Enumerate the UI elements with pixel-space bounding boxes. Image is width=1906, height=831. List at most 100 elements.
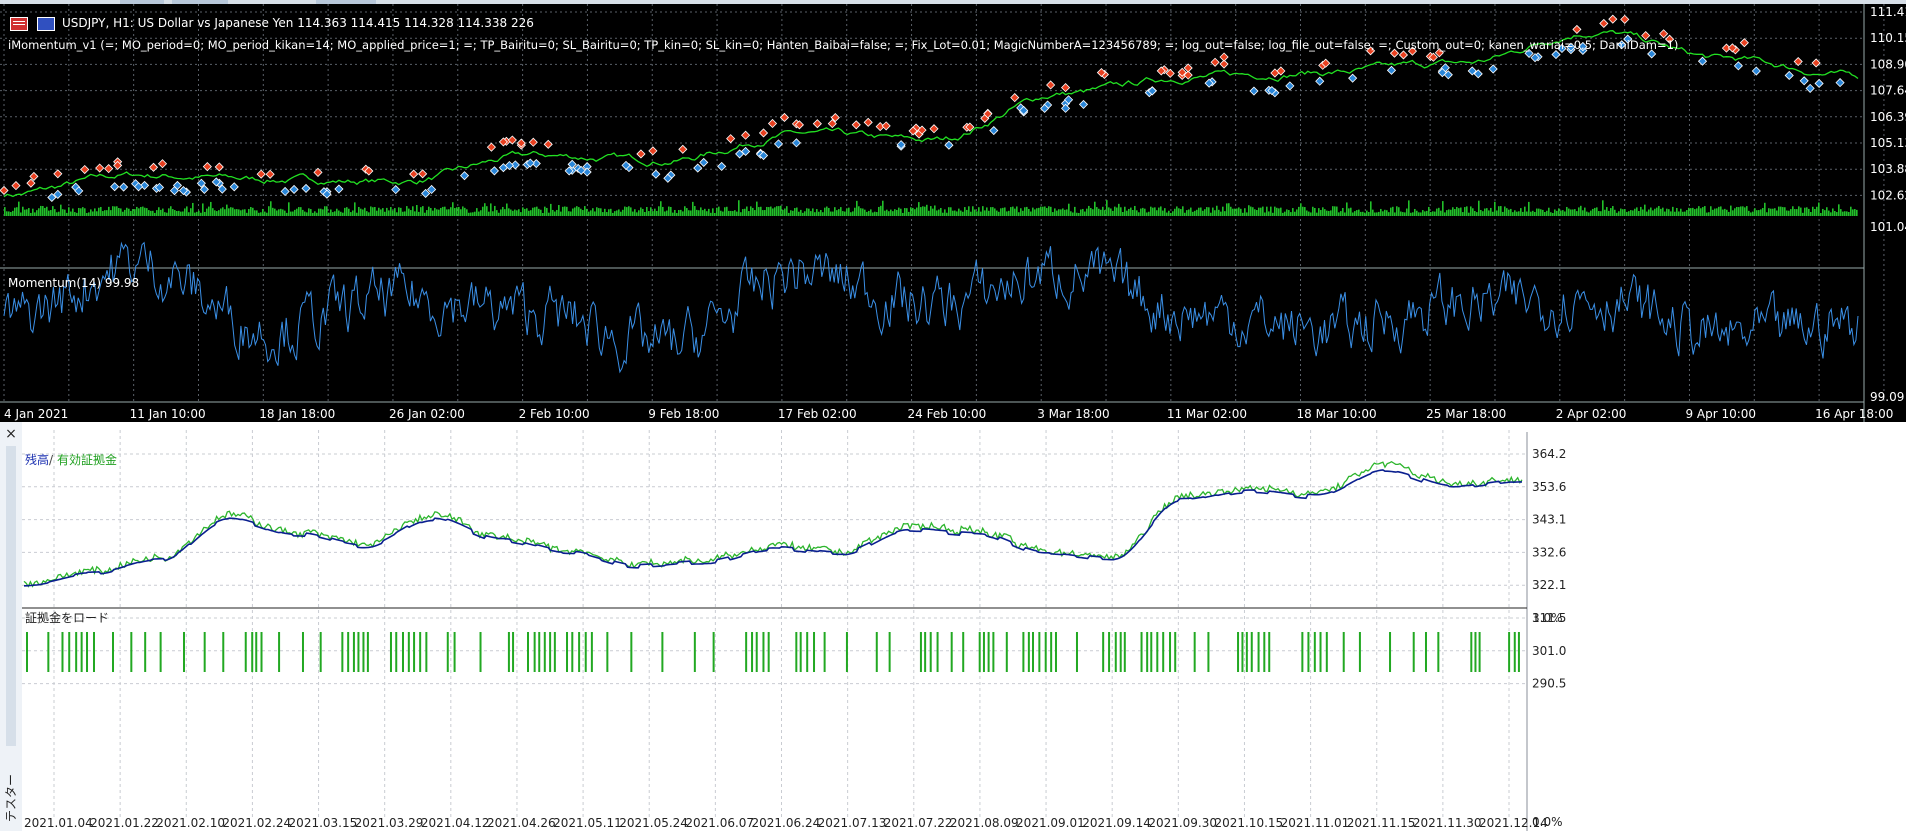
volume-bar (972, 206, 974, 216)
volume-bar (726, 206, 728, 216)
volume-bar (1162, 210, 1164, 216)
volume-bar (220, 208, 222, 216)
volume-bar (610, 208, 612, 216)
volume-bar (1224, 211, 1226, 216)
expert-icon[interactable] (37, 17, 55, 31)
volume-bar (608, 209, 610, 216)
volume-bar (1150, 206, 1152, 216)
volume-bar (1216, 205, 1218, 216)
margin-load-bar (924, 632, 927, 672)
volume-bar (1660, 208, 1662, 216)
volume-bar (526, 208, 528, 216)
volume-bar (378, 207, 380, 216)
volume-bar (362, 209, 364, 216)
volume-bar (1564, 211, 1566, 216)
legend-balance: 残高 (25, 452, 49, 467)
margin-load-bar (584, 632, 587, 672)
legend-equity: 有効証拠金 (57, 452, 117, 467)
volume-bar (1438, 207, 1440, 216)
volume-bar (722, 211, 724, 216)
balance-graph[interactable]: 残高 / 有効証拠金 証拠金をロード 364.2353.6343.1332.63… (22, 422, 1906, 831)
volume-bar (64, 209, 66, 216)
volume-bar (1834, 210, 1836, 216)
margin-load-bar (606, 632, 609, 672)
volume-bar (1510, 208, 1512, 216)
volume-bar (140, 206, 142, 216)
volume-bar (1740, 206, 1742, 216)
buy-marker (699, 157, 709, 167)
buy-marker (1285, 81, 1295, 91)
buy-marker (489, 166, 499, 176)
volume-bar (1120, 207, 1122, 216)
margin-load-bar (75, 632, 78, 672)
volume-bar (1114, 206, 1116, 216)
volume-bar (718, 206, 720, 216)
margin-load-bar (182, 632, 185, 672)
volume-bar (1178, 208, 1180, 216)
volume-bar (1190, 207, 1192, 216)
volume-bar (1204, 209, 1206, 216)
volume-bar (1258, 207, 1260, 216)
volume-bar (612, 212, 614, 216)
volume-bar (208, 206, 210, 216)
volume-bar (72, 208, 74, 216)
volume-bar (636, 212, 638, 216)
volume-bar (16, 207, 18, 216)
price-scale[interactable]: 111.410 110.155 108.900 107.645 106.390 105.1… (1870, 5, 1906, 202)
time-axis[interactable]: 4 Jan 2021 11 Jan 10:00 18 Jan 18:00 26 Jan… (4, 407, 1893, 421)
volume-bar (784, 208, 786, 216)
volume-bar (1590, 210, 1592, 216)
volume-bar (1118, 203, 1120, 216)
volume-bar (1580, 205, 1582, 216)
margin-load-bar (425, 632, 428, 672)
close-icon[interactable]: × (3, 426, 19, 442)
volume-bar (1412, 212, 1414, 216)
volume-bar (216, 211, 218, 216)
volume-bar (1122, 212, 1124, 216)
volume-bar (1588, 212, 1590, 216)
volume-bar (498, 212, 500, 216)
volume-bar (1534, 211, 1536, 216)
buy-marker (280, 186, 290, 197)
margin-load-bar (1257, 632, 1260, 672)
volume-bar (1582, 210, 1584, 216)
volume-bar (678, 210, 680, 216)
volume-bar (970, 211, 972, 216)
volume-bar (740, 212, 742, 216)
volume-bar (310, 209, 312, 216)
volume-bar (1602, 200, 1604, 216)
volume-bar (280, 208, 282, 216)
margin-load-bar (1263, 632, 1266, 672)
volume-bar (1126, 210, 1128, 216)
balance-tick-label: 322.1 (1532, 578, 1566, 592)
volume-bar (1780, 206, 1782, 216)
volume-bar (1578, 207, 1580, 216)
volume-bar (116, 206, 118, 216)
volume-bar (62, 209, 64, 216)
volume-bar (152, 210, 154, 216)
volume-bar (1074, 206, 1076, 216)
volume-bar (922, 206, 924, 216)
volume-bar (1012, 206, 1014, 216)
volume-bar (1658, 206, 1660, 216)
volume-bar (1172, 211, 1174, 216)
volume-bar (724, 207, 726, 216)
time-axis-label: 2 Apr 02:00 (1556, 407, 1627, 421)
margin-load-bar (159, 632, 162, 672)
volume-bar (416, 205, 418, 216)
volume-bar (136, 206, 138, 216)
volume-bar (1490, 207, 1492, 216)
volume-bar (1616, 212, 1618, 216)
sidebar-grip[interactable] (6, 446, 16, 746)
tester-sidebar-label[interactable]: テスター (2, 774, 19, 822)
price-chart[interactable]: Momentum(14) 99.98 111.410 110.155 108.900… (0, 4, 1906, 422)
volume-bar (798, 211, 800, 216)
margin-load-bar (533, 632, 536, 672)
volume-bar (236, 209, 238, 216)
volume-bar (1276, 207, 1278, 216)
volume-bar (348, 208, 350, 216)
chart-window[interactable]: Momentum(14) 99.98 111.410 110.155 108.900… (0, 4, 1906, 422)
volume-bar (460, 209, 462, 216)
volume-bar (1228, 203, 1230, 216)
volume-bar (106, 210, 108, 216)
